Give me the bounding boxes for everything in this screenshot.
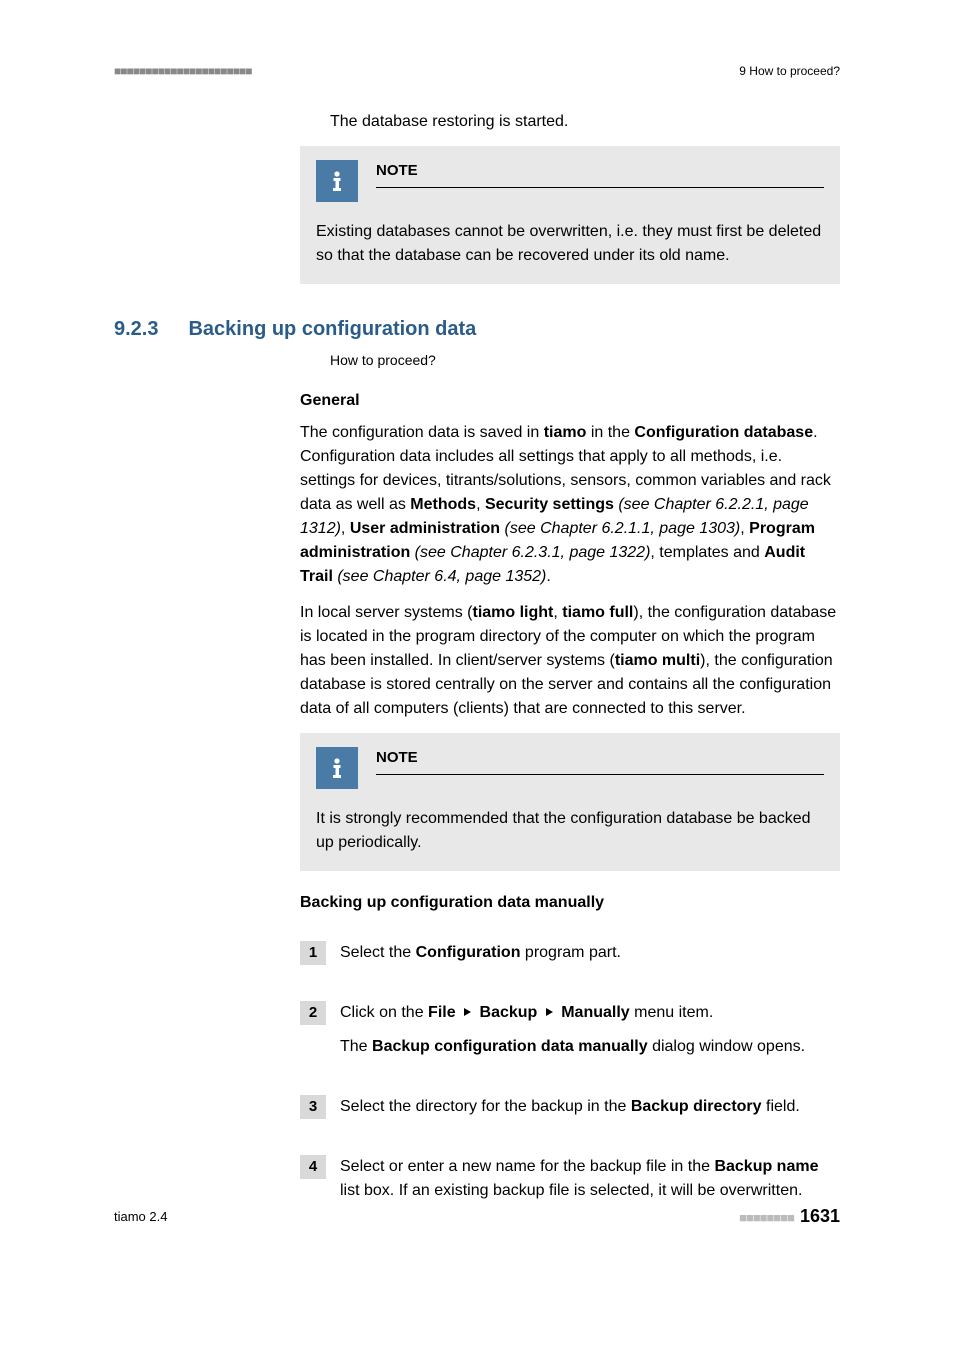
footer-right: ■■■■■■■■ 1631 — [739, 1203, 840, 1230]
step-number: 1 — [300, 941, 326, 965]
step-3: 3 Select the directory for the backup in… — [300, 1095, 840, 1129]
page-header: ■■■■■■■■■■■■■■■■■■■■■■ 9 How to proceed? — [114, 62, 840, 80]
tiamo-multi-bold: tiamo multi — [615, 652, 700, 669]
tiamo-full-bold: tiamo full — [562, 604, 633, 621]
file-bold: File — [428, 1004, 456, 1021]
t: , templates and — [650, 544, 764, 561]
t: Select or enter a new name for the backu… — [340, 1158, 714, 1175]
manually-bold: Manually — [561, 1004, 629, 1021]
note-label: NOTE — [376, 747, 824, 775]
backup-name-bold: Backup name — [714, 1158, 818, 1175]
backup-directory-bold: Backup directory — [631, 1098, 762, 1115]
triangle-icon — [546, 1008, 553, 1016]
step-body: Select the directory for the backup in t… — [340, 1095, 840, 1129]
configuration-bold: Configuration — [416, 944, 521, 961]
step-1: 1 Select the Configuration program part. — [300, 941, 840, 975]
t: field. — [762, 1098, 800, 1115]
t: menu item. — [630, 1004, 714, 1021]
general-block: General The configuration data is saved … — [300, 389, 840, 1213]
t: Click on the — [340, 1004, 428, 1021]
section-heading: 9.2.3 Backing up configuration data — [114, 314, 840, 344]
ref-623: (see Chapter 6.2.3.1, page 1322) — [410, 544, 650, 561]
footer-product: tiamo 2.4 — [114, 1207, 167, 1227]
step-body: Click on the File Backup Manually menu i… — [340, 1001, 840, 1069]
tiamo-light-bold: tiamo light — [472, 604, 553, 621]
t: The configuration data is saved in — [300, 424, 544, 441]
step-number: 4 — [300, 1155, 326, 1179]
t: . — [546, 568, 550, 585]
info-icon — [316, 160, 358, 202]
note-body: Existing databases cannot be overwritten… — [316, 220, 824, 268]
note-box-backup-recommend: NOTE It is strongly recommended that the… — [300, 733, 840, 871]
t: program part. — [520, 944, 620, 961]
t: list box. If an existing backup file is … — [340, 1182, 802, 1199]
general-heading: General — [300, 389, 840, 413]
step-number: 3 — [300, 1095, 326, 1119]
ref-64: (see Chapter 6.4, page 1352) — [333, 568, 546, 585]
info-icon — [316, 747, 358, 789]
t: dialog window opens. — [648, 1038, 805, 1055]
config-db-bold: Configuration database — [634, 424, 813, 441]
header-dots-left: ■■■■■■■■■■■■■■■■■■■■■■ — [114, 62, 251, 80]
section-subtitle: How to proceed? — [330, 350, 840, 371]
page-footer: tiamo 2.4 ■■■■■■■■ 1631 — [114, 1203, 840, 1230]
section-title: Backing up configuration data — [188, 314, 476, 344]
header-chapter-ref: 9 How to proceed? — [739, 62, 840, 80]
triangle-icon — [464, 1008, 471, 1016]
t: in the — [586, 424, 634, 441]
general-p2: In local server systems (tiamo light, ti… — [300, 601, 840, 721]
user-admin-bold: User administration — [350, 520, 500, 537]
step-body: Select the Configuration program part. — [340, 941, 840, 975]
backup-bold: Backup — [480, 1004, 538, 1021]
step-2: 2 Click on the File Backup Manually menu… — [300, 1001, 840, 1069]
tiamo-bold: tiamo — [544, 424, 587, 441]
step-number: 2 — [300, 1001, 326, 1025]
t: , — [740, 520, 749, 537]
page-number: 1631 — [800, 1206, 840, 1226]
manual-heading: Backing up configuration data manually — [300, 891, 840, 915]
note-head: NOTE — [316, 160, 824, 202]
note-head: NOTE — [316, 747, 824, 789]
ref-621: (see Chapter 6.2.1.1, page 1303) — [500, 520, 740, 537]
t: , — [476, 496, 485, 513]
dialog-name-bold: Backup configuration data manually — [372, 1038, 648, 1055]
t: In local server systems ( — [300, 604, 472, 621]
note-label: NOTE — [376, 160, 824, 188]
general-p1: The configuration data is saved in tiamo… — [300, 421, 840, 589]
section-number: 9.2.3 — [114, 314, 158, 344]
t: Select the — [340, 944, 416, 961]
security-settings-bold: Security settings — [485, 496, 614, 513]
page-content: The database restoring is started. NOTE … — [114, 110, 840, 1213]
note-box-overwrite: NOTE Existing databases cannot be overwr… — [300, 146, 840, 284]
note-body: It is strongly recommended that the conf… — [316, 807, 824, 855]
t: , — [341, 520, 350, 537]
t: Select the directory for the backup in t… — [340, 1098, 631, 1115]
t: The — [340, 1038, 372, 1055]
footer-dots: ■■■■■■■■ — [739, 1210, 794, 1225]
restore-started-text: The database restoring is started. — [330, 110, 840, 134]
t: , — [553, 604, 562, 621]
methods-bold: Methods — [410, 496, 476, 513]
